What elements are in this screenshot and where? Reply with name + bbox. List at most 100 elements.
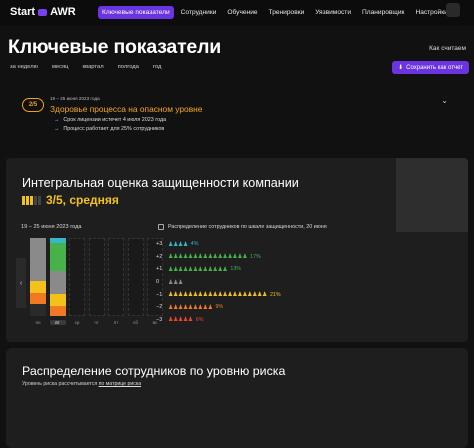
distribution-chart: +3 ♟♟♟♟ 4% +2 ♟♟♟♟♟♟♟♟♟♟♟♟♟♟♟♟ 17% +1 ♟♟♟♟♟♟♟♟♟… <box>156 238 281 326</box>
alert-items: → Срок лицензии истечет 4 июля 2023 года … <box>54 117 166 135</box>
day-segment <box>49 243 66 271</box>
day-segment <box>49 294 66 306</box>
risk-subtitle: Уровень риска рассчитывается по матрице … <box>22 381 142 387</box>
distribution-level: −3 <box>156 316 163 323</box>
day-segment <box>30 280 46 293</box>
day-segment <box>49 305 66 316</box>
score-bar <box>22 195 25 205</box>
distribution-percent: 13% <box>230 266 241 273</box>
card-overlay <box>396 158 468 232</box>
distribution-level: −1 <box>156 291 163 298</box>
score-bar <box>30 195 33 205</box>
day-label: вт <box>49 320 66 325</box>
distribution-row[interactable]: −1 ♟♟♟♟♟♟♟♟♟♟♟♟♟♟♟♟♟♟♟♟ 21% <box>156 288 281 301</box>
nav-item[interactable]: Ключевые показатели <box>98 6 174 19</box>
distribution-level: +2 <box>156 253 163 260</box>
alert-item[interactable]: → Срок лицензии истечет 4 июля 2023 года <box>54 117 166 123</box>
logo-suffix: AWR <box>50 6 76 18</box>
day-segment <box>30 292 46 305</box>
distribution-percent: 17% <box>250 253 261 260</box>
risk-distribution-card: Распределение сотрудников по уровню риск… <box>6 348 468 448</box>
risk-matrix-link[interactable]: по матрице риска <box>99 381 142 387</box>
day-segment <box>30 238 46 281</box>
nav-menu: Ключевые показатели Сотрудники Обучение Тре… <box>98 6 452 19</box>
day-column[interactable] <box>127 238 144 316</box>
alert-item[interactable]: → Процесс работает для 25% сотрудников <box>54 126 166 132</box>
process-health-alert: 2/5 19 – 25 июня 2023 года Здоровье проц… <box>12 92 458 138</box>
integral-title: Интегральная оценка защищенности компани… <box>22 176 299 190</box>
distribution-title: Распределение сотрудников по шкале защищ… <box>158 224 327 230</box>
day-column[interactable] <box>49 238 66 316</box>
period-option[interactable]: полгода <box>118 64 139 70</box>
period-option[interactable]: за неделю <box>10 64 38 70</box>
distribution-percent: 9% <box>215 304 224 311</box>
person-icons: ♟♟♟♟♟♟♟♟♟♟♟♟♟♟♟♟♟♟♟♟ <box>168 291 268 299</box>
score-bar <box>34 195 37 205</box>
distribution-percent: 4% <box>190 241 199 248</box>
distribution-level: +3 <box>156 241 163 248</box>
integral-score-card: Интегральная оценка защищенности компани… <box>6 158 468 342</box>
logo-mark-icon <box>38 8 48 16</box>
distribution-level: −2 <box>156 304 163 311</box>
integral-score: 3/5, средняя <box>22 193 119 207</box>
person-icons: ♟♟♟♟♟♟♟♟♟♟♟♟♟♟♟♟ <box>168 253 248 261</box>
distribution-row[interactable]: −3 ♟♟♟♟♟ 6% <box>156 314 281 327</box>
chevron-left-icon[interactable]: ‹ <box>16 258 26 308</box>
period-option[interactable]: год <box>153 64 161 70</box>
arrow-right-icon: → <box>54 117 60 123</box>
distribution-row[interactable]: −2 ♟♟♟♟♟♟♟♟♟ 9% <box>156 301 281 314</box>
app-logo[interactable]: Start AWR <box>10 6 76 18</box>
day-label: пн <box>35 320 41 325</box>
score-text: 3/5, средняя <box>46 193 119 207</box>
how-calculated-link[interactable]: Как считаем <box>429 45 466 52</box>
day-column[interactable] <box>88 238 105 316</box>
download-icon: ⬇ <box>398 65 404 71</box>
user-menu-icon[interactable] <box>446 3 460 17</box>
day-column[interactable] <box>69 238 85 316</box>
score-bar <box>26 195 29 205</box>
top-navigation: Start AWR Ключевые показатели Сотрудники О… <box>0 0 474 26</box>
day-label: сб <box>133 320 138 325</box>
day-segment <box>49 270 66 295</box>
day-column[interactable] <box>108 238 124 316</box>
arrow-right-icon: → <box>54 126 60 132</box>
alert-title[interactable]: Здоровье процесса на опасном уровне <box>50 104 202 114</box>
day-segment <box>30 304 46 316</box>
period-selector: за неделю месяц квартал полгода год <box>10 64 161 70</box>
nav-item[interactable]: Сотрудники <box>177 6 221 19</box>
day-label: чт <box>94 320 99 325</box>
distribution-level: 0 <box>156 279 160 286</box>
distribution-row[interactable]: +3 ♟♟♟♟ 4% <box>156 238 281 251</box>
distribution-row[interactable]: +1 ♟♟♟♟♟♟♟♟♟♟♟♟ 13% <box>156 263 281 276</box>
page-title: Ключевые показатели <box>8 36 222 58</box>
distribution-row[interactable]: 0 ♟♟♟ <box>156 276 281 289</box>
period-option[interactable]: квартал <box>83 64 104 70</box>
person-icons: ♟♟♟♟♟♟♟♟♟ <box>168 303 213 311</box>
distribution-row[interactable]: +2 ♟♟♟♟♟♟♟♟♟♟♟♟♟♟♟♟ 17% <box>156 251 281 264</box>
person-icons: ♟♟♟♟♟♟♟♟♟♟♟♟ <box>168 265 228 273</box>
nav-item[interactable]: Планировщик <box>358 6 408 19</box>
logo-text: Start <box>10 6 36 18</box>
alert-date: 19 – 25 июня 2023 года <box>50 96 100 101</box>
person-icons: ♟♟♟ <box>168 278 183 286</box>
day-column[interactable] <box>30 238 46 316</box>
week-label: 19 – 25 июня 2023 года <box>21 224 82 230</box>
distribution-percent: 6% <box>195 316 204 323</box>
distribution-percent: 21% <box>269 291 281 298</box>
chevron-down-icon[interactable]: ⌄ <box>441 96 448 105</box>
shield-icon <box>158 224 164 230</box>
distribution-level: +1 <box>156 266 163 273</box>
day-label: пт <box>113 320 119 325</box>
score-bar <box>38 195 41 205</box>
weekly-chart: ‹ пн вт ср чт пт сб вс <box>16 238 163 332</box>
score-level-bars <box>22 195 41 205</box>
save-report-button[interactable]: ⬇ Сохранить как отчет <box>392 61 469 74</box>
nav-item[interactable]: Обучение <box>223 6 261 19</box>
nav-item[interactable]: Тренировки <box>265 6 309 19</box>
period-option[interactable]: месяц <box>52 64 69 70</box>
day-label: ср <box>74 320 80 325</box>
nav-item[interactable]: Уязвимости <box>311 6 355 19</box>
risk-title: Распределение сотрудников по уровню риск… <box>22 364 286 378</box>
person-icons: ♟♟♟♟ <box>168 240 188 248</box>
alert-score-badge: 2/5 <box>22 98 44 112</box>
